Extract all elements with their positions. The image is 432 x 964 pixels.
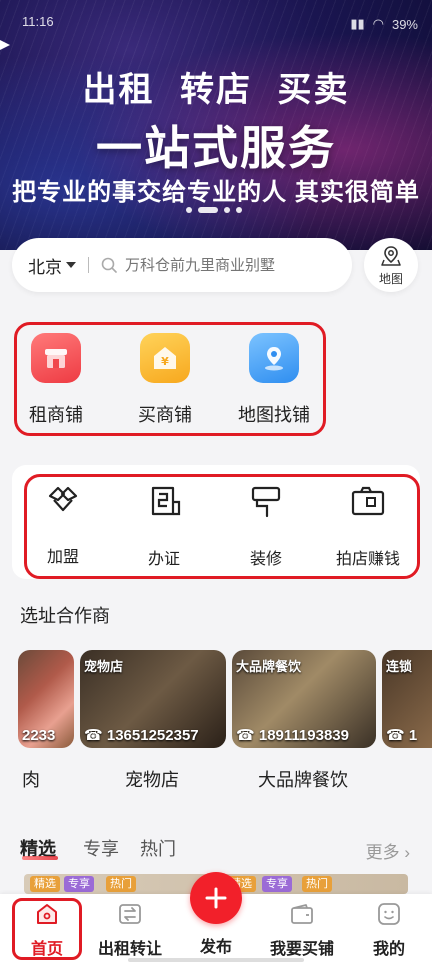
more-link[interactable]: 更多 › — [366, 838, 410, 863]
service-franchise[interactable]: 加盟 — [23, 484, 103, 567]
certificate-icon — [151, 486, 181, 516]
smiley-icon — [378, 903, 400, 925]
carousel-dot-active — [198, 207, 218, 213]
wallet-icon — [291, 904, 313, 924]
map-button[interactable]: 地图 — [364, 238, 418, 292]
carousel-dot — [186, 207, 192, 213]
banner-title: 一站式服务 — [96, 122, 336, 174]
city-label: 北京 — [28, 257, 62, 277]
divider — [88, 257, 89, 273]
phone-icon: ☎ — [84, 727, 107, 744]
status-icons: ▮▮ ◠ 39% — [350, 14, 418, 34]
carousel-dot — [236, 207, 242, 213]
banner-slogan: 把专业的事交给专业的人 其实很简单 — [12, 179, 420, 206]
partner-card[interactable]: 2233 — [18, 650, 74, 748]
tab-exclusive[interactable]: 专享 — [83, 835, 119, 861]
map-pin-icon — [249, 333, 299, 383]
partner-name: 大品牌餐饮 — [258, 770, 348, 790]
partner-name: 肉 — [22, 770, 40, 790]
feed-tag: 专享 — [262, 876, 292, 892]
property-category-panel: 租商铺 ¥ 买商铺 地图找铺 — [14, 322, 326, 436]
partner-phone: ☎ 1 — [386, 726, 417, 744]
shop-icon — [31, 333, 81, 383]
tab-active-indicator — [22, 856, 58, 860]
service-license[interactable]: 办证 — [124, 484, 204, 569]
feed-tag: 热门 — [106, 876, 136, 892]
feed-tag: 热门 — [302, 876, 332, 892]
partner-phone-number: 13651252357 — [106, 727, 199, 744]
service-label: 办证 — [147, 551, 180, 568]
phone-icon: ☎ — [236, 727, 259, 744]
city-selector[interactable]: 北京 — [28, 253, 76, 278]
service-renovation[interactable]: 装修 — [226, 484, 306, 569]
feed-tag: 精选 — [30, 876, 60, 892]
signal-icon: ▮▮ — [350, 16, 365, 31]
category-buy-shop[interactable]: ¥ 买商铺 — [120, 333, 210, 427]
app-root: 11:16 ▮▮ ◠ 39% 出租 转店 买卖 一站式服务 把专业的事交给专业的… — [0, 0, 432, 964]
phone-icon: ☎ — [386, 727, 409, 744]
status-bar: 11:16 ▮▮ ◠ 39% — [22, 14, 418, 34]
partner-card[interactable]: 连锁 ☎ 1 — [382, 650, 432, 748]
partner-phone-number: 18911193839 — [258, 727, 349, 744]
banner-headline: 出租 转店 买卖 — [82, 71, 350, 109]
nav-label: 我的 — [372, 941, 405, 958]
search-bar[interactable]: 北京 — [12, 238, 352, 292]
battery-level: 39% — [391, 16, 418, 32]
nav-label: 我要买铺 — [269, 941, 334, 958]
nav-buy-shop[interactable]: 我要买铺 — [262, 902, 342, 959]
tab-hot[interactable]: 热门 — [140, 835, 176, 861]
partners-title: 选址合作商 — [20, 606, 110, 626]
feed-tag: 专享 — [64, 876, 94, 892]
partner-card[interactable]: 大品牌餐饮 ☎ 18911193839 — [232, 650, 376, 748]
home-indicator — [128, 958, 304, 962]
status-time: 11:16 — [22, 14, 54, 29]
wifi-icon: ◠ — [372, 16, 384, 31]
category-label: 租商铺 — [29, 405, 83, 425]
map-location-icon — [381, 245, 401, 266]
service-label: 装修 — [249, 551, 282, 568]
partner-phone: ☎ 13651252357 — [84, 726, 199, 744]
plus-icon — [205, 887, 227, 909]
partner-caption: 连锁 — [386, 659, 413, 674]
partner-phone-number: 1 — [408, 727, 418, 744]
house-yuan-icon: ¥ — [140, 333, 190, 383]
caret-down-icon — [66, 262, 76, 268]
partner-phone: 2233 — [22, 727, 56, 744]
partner-caption: 大品牌餐饮 — [236, 659, 302, 674]
partner-card[interactable]: 宠物店 ☎ 13651252357 — [80, 650, 226, 748]
partner-phone: ☎ 18911193839 — [236, 726, 349, 744]
nav-mine[interactable]: 我的 — [349, 902, 429, 959]
publish-label[interactable]: 发布 — [176, 933, 256, 957]
more-label: 更多 — [365, 843, 400, 862]
transfer-icon — [119, 904, 141, 924]
service-label: 加盟 — [46, 549, 79, 566]
partner-name: 宠物店 — [125, 770, 179, 790]
carousel-indicator — [186, 207, 242, 213]
category-label: 地图找铺 — [238, 405, 310, 425]
service-label: 拍店赚钱 — [335, 551, 400, 568]
category-label: 买商铺 — [138, 405, 192, 425]
flag-icon — [0, 40, 10, 50]
camera-icon — [351, 486, 385, 516]
paint-roller-icon — [251, 486, 281, 518]
category-map-find[interactable]: 地图找铺 — [229, 333, 319, 427]
nav-label: 出租转让 — [97, 941, 162, 958]
nav-home-highlight — [12, 898, 82, 960]
carousel-dot — [224, 207, 230, 213]
publish-button[interactable] — [190, 872, 242, 924]
map-button-label: 地图 — [378, 271, 403, 286]
partner-caption: 宠物店 — [84, 659, 124, 674]
handshake-icon — [48, 486, 78, 512]
hero-banner[interactable]: 11:16 ▮▮ ◠ 39% 出租 转店 买卖 一站式服务 把专业的事交给专业的… — [0, 0, 432, 250]
svg-text:¥: ¥ — [161, 355, 169, 368]
nav-rent-transfer[interactable]: 出租转让 — [90, 902, 170, 959]
search-input[interactable] — [125, 256, 325, 274]
chevron-right-icon: › — [404, 843, 410, 862]
service-photo-earn[interactable]: 拍店赚钱 — [328, 484, 408, 569]
search-icon — [101, 257, 117, 273]
category-rent-shop[interactable]: 租商铺 — [11, 333, 101, 427]
